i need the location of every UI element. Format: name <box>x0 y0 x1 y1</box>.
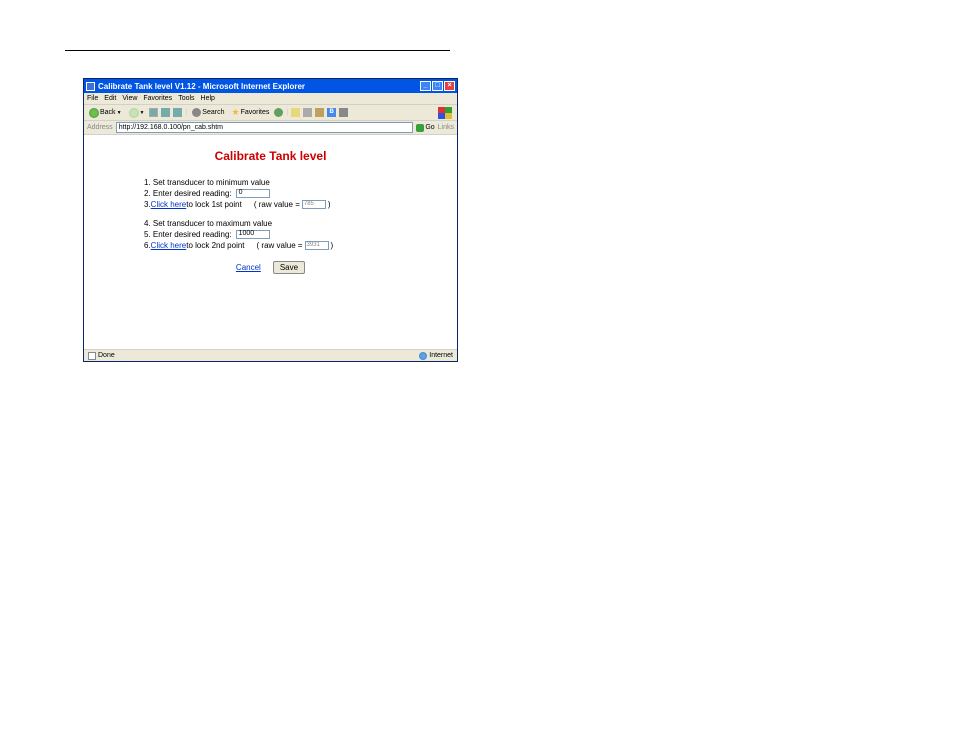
menu-help[interactable]: Help <box>201 95 215 102</box>
menubar: File Edit View Favorites Tools Help <box>84 93 457 105</box>
page-title: Calibrate Tank level <box>84 149 457 163</box>
search-label: Search <box>202 109 224 116</box>
forward-icon <box>129 108 139 118</box>
menu-file[interactable]: File <box>87 95 98 102</box>
globe-icon <box>419 352 427 360</box>
horizontal-rule <box>65 50 450 51</box>
lock-1st-link[interactable]: Click here <box>151 199 187 211</box>
menu-view[interactable]: View <box>122 95 137 102</box>
refresh-icon[interactable] <box>161 108 170 117</box>
step-6-prefix: 6. <box>144 240 151 252</box>
ie-window: Calibrate Tank level V1.12 - Microsoft I… <box>83 78 458 362</box>
done-icon <box>88 352 96 360</box>
address-label: Address <box>87 124 113 131</box>
search-button[interactable]: Search <box>190 107 226 118</box>
raw-2-close: ) <box>331 240 334 252</box>
mail-icon[interactable] <box>291 108 300 117</box>
min-reading-input[interactable]: 0 <box>236 189 270 198</box>
home-icon[interactable] <box>173 108 182 117</box>
stop-icon[interactable] <box>149 108 158 117</box>
back-icon <box>89 108 99 118</box>
window-controls: _ □ × <box>420 81 455 91</box>
menu-favorites[interactable]: Favorites <box>143 95 172 102</box>
separator: | <box>286 109 288 116</box>
min-reading-value: 0 <box>239 188 243 199</box>
window-title: Calibrate Tank level V1.12 - Microsoft I… <box>98 82 420 91</box>
lock-2nd-link[interactable]: Click here <box>151 240 187 252</box>
content-area: Calibrate Tank level 1. Set transducer t… <box>84 135 457 349</box>
close-button[interactable]: × <box>444 81 455 91</box>
star-icon: ★ <box>231 108 239 117</box>
address-url: http://192.168.0.100/pn_cab.shtm <box>119 124 223 131</box>
raw-2-label: ( raw value = <box>257 240 303 252</box>
addressbar: Address http://192.168.0.100/pn_cab.shtm… <box>84 121 457 135</box>
max-reading-value: 1000 <box>239 229 255 240</box>
raw-2-input[interactable]: 3931 <box>305 241 329 250</box>
raw-1-input[interactable]: 785 <box>302 200 326 209</box>
back-button[interactable]: Back ▼ <box>87 107 124 119</box>
step-5: 5. Enter desired reading: 1000 <box>144 229 457 240</box>
address-input[interactable]: http://192.168.0.100/pn_cab.shtm <box>116 122 414 133</box>
separator: | <box>185 109 187 116</box>
dropdown-icon: ▼ <box>140 110 145 116</box>
forward-button[interactable]: ▼ <box>127 107 147 119</box>
cancel-link[interactable]: Cancel <box>236 263 261 272</box>
search-icon <box>192 108 201 117</box>
favorites-button[interactable]: ★ Favorites <box>229 107 271 118</box>
dropdown-icon: ▼ <box>117 110 122 116</box>
links-label[interactable]: Links <box>438 124 454 131</box>
toolbar: Back ▼ ▼ | Search ★ Favorites | B <box>84 105 457 121</box>
go-label: Go <box>425 124 434 131</box>
back-label: Back <box>100 109 116 116</box>
step-6-suffix: to lock 2nd point <box>186 240 244 252</box>
go-button[interactable]: Go <box>416 124 434 132</box>
favorites-label: Favorites <box>241 109 270 116</box>
raw-1-value: 785 <box>304 200 314 209</box>
menu-edit[interactable]: Edit <box>104 95 116 102</box>
titlebar: Calibrate Tank level V1.12 - Microsoft I… <box>84 79 457 93</box>
raw-2-value: 3931 <box>307 241 320 250</box>
statusbar: Done Internet <box>84 349 457 361</box>
ie-logo-icon <box>86 82 95 91</box>
edit-icon[interactable] <box>315 108 324 117</box>
save-button[interactable]: Save <box>273 261 305 274</box>
status-text: Done <box>98 352 115 359</box>
calibration-steps: 1. Set transducer to minimum value 2. En… <box>84 177 457 251</box>
step-2: 2. Enter desired reading: 0 <box>144 188 457 199</box>
max-reading-input[interactable]: 1000 <box>236 230 270 239</box>
zone-text: Internet <box>429 352 453 359</box>
maximize-button[interactable]: □ <box>432 81 443 91</box>
step-3: 3. Click here to lock 1st point ( raw va… <box>144 199 457 210</box>
step-3-suffix: to lock 1st point <box>186 199 242 211</box>
raw-1-label: ( raw value = <box>254 199 300 211</box>
gear-icon[interactable] <box>339 108 348 117</box>
go-icon <box>416 124 424 132</box>
print-icon[interactable] <box>303 108 312 117</box>
discuss-icon[interactable]: B <box>327 108 336 117</box>
menu-tools[interactable]: Tools <box>178 95 194 102</box>
minimize-button[interactable]: _ <box>420 81 431 91</box>
throbber-icon <box>438 107 452 119</box>
raw-1-close: ) <box>328 199 331 211</box>
step-3-prefix: 3. <box>144 199 151 211</box>
step-6: 6. Click here to lock 2nd point ( raw va… <box>144 240 457 251</box>
step-1: 1. Set transducer to minimum value <box>144 177 457 188</box>
actions-row: Cancel Save <box>84 261 457 274</box>
step-4: 4. Set transducer to maximum value <box>144 218 457 229</box>
history-icon[interactable] <box>274 108 283 117</box>
